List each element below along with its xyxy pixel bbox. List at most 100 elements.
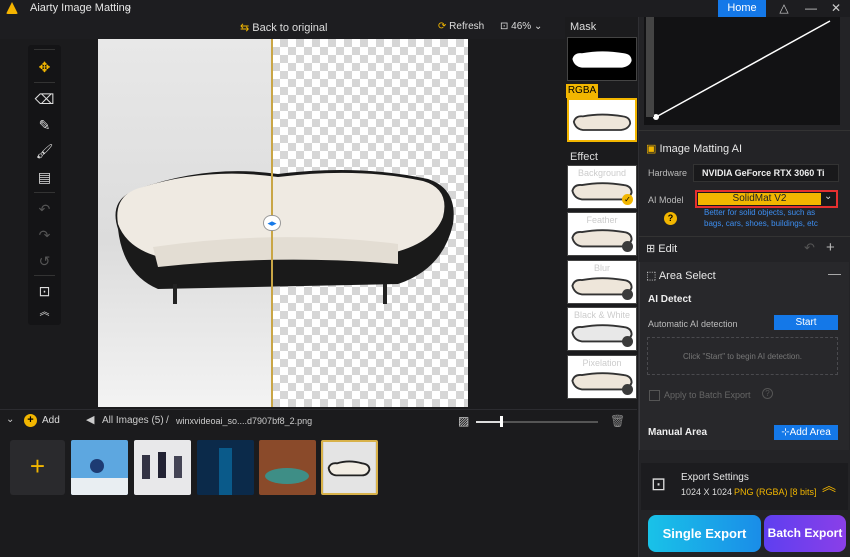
delete-icon[interactable]: 🗑 xyxy=(610,414,625,428)
slider-handle[interactable] xyxy=(500,416,503,427)
edit-header[interactable]: ⊞ Edit xyxy=(646,242,677,255)
refresh-icon: ⟳ xyxy=(438,21,450,32)
gallery-thumbnail[interactable] xyxy=(259,440,316,495)
help-icon[interactable]: ? xyxy=(664,212,677,225)
edit-icon: ⊞ xyxy=(646,243,659,255)
roller-icon[interactable]: ▤ xyxy=(28,166,61,188)
gallery-thumbnail[interactable] xyxy=(71,440,128,495)
effect-feather-label: Feather xyxy=(586,215,618,225)
effect-blur-label: Blur xyxy=(593,263,610,273)
batch-export-checkbox[interactable] xyxy=(649,390,660,401)
tone-curve[interactable] xyxy=(644,17,840,125)
add-icon[interactable]: + xyxy=(24,414,37,427)
back-to-original-button[interactable]: ⇆ Back to original xyxy=(240,21,328,34)
area-select-icon: ⬚ xyxy=(646,270,659,282)
image-matting-header: ▣ Image Matting AI xyxy=(646,142,742,155)
add-image-button[interactable]: + xyxy=(10,440,65,495)
move-tool-icon[interactable]: ✥ xyxy=(28,56,61,78)
gallery-thumbnail[interactable] xyxy=(134,440,191,495)
export-format: PNG (RGBA) [8 bits] xyxy=(734,487,817,497)
effect-blur[interactable]: Blur xyxy=(567,260,637,304)
tool-divider xyxy=(34,192,55,193)
refresh-label: Refresh xyxy=(449,21,485,32)
add-area-button[interactable]: ⊹Add Area xyxy=(774,425,838,440)
collapse-icon[interactable]: — xyxy=(828,266,841,281)
effect-black-white[interactable]: Black & White xyxy=(567,307,637,351)
edit-title: Edit xyxy=(658,243,678,255)
effect-background-label: Background xyxy=(577,168,627,178)
refresh-button[interactable]: ⟳ Refresh xyxy=(438,21,484,32)
slider-fill xyxy=(476,421,501,423)
mask-thumbnail[interactable] xyxy=(567,37,637,81)
collapse-tools-icon[interactable]: ︽ xyxy=(28,302,61,324)
back-to-original-label: Back to original xyxy=(252,22,328,34)
detect-result-box: Click "Start" to begin AI detection. xyxy=(647,337,838,375)
ai-model-chevron-icon[interactable]: ⌄ xyxy=(824,191,832,202)
matting-ai-icon: ▣ xyxy=(646,143,660,155)
add-area-icon: ⊹ xyxy=(781,427,790,438)
app-menu-chevron-icon[interactable]: ⌄ xyxy=(124,0,133,13)
effect-radio-icon xyxy=(622,384,633,395)
ai-model-description: Better for solid objects, such as bags, … xyxy=(704,208,818,228)
batch-help-icon[interactable]: ? xyxy=(762,388,773,399)
effect-pixelation-label: Pixelation xyxy=(582,358,622,368)
edit-add-icon[interactable]: + xyxy=(826,239,835,256)
gallery-thumbnail[interactable] xyxy=(197,440,254,495)
section-divider xyxy=(638,130,850,131)
add-label[interactable]: Add xyxy=(42,415,60,426)
gallery-thumbnail-selected[interactable] xyxy=(321,440,378,495)
tool-divider xyxy=(34,275,55,276)
batch-export-button[interactable]: Batch Export xyxy=(764,515,846,552)
compare-handle-icon[interactable]: ◂▸ xyxy=(263,215,281,231)
area-select-header[interactable]: ⬚ Area Select xyxy=(646,269,716,282)
effect-label: Effect xyxy=(570,151,598,163)
tool-divider xyxy=(34,49,55,50)
zoom-value: 46% xyxy=(511,21,532,32)
effect-pixelation[interactable]: Pixelation xyxy=(567,355,637,399)
start-detect-button[interactable]: Start xyxy=(774,315,838,330)
hardware-select[interactable]: NVIDIA GeForce RTX 3060 Ti xyxy=(693,164,839,182)
current-filename: winxvideoai_so....d7907bf8_2.png xyxy=(176,416,313,426)
up-triangle-icon[interactable]: △ xyxy=(770,0,798,17)
zoom-chevron-icon: ⌄ xyxy=(531,21,543,32)
eraser-icon[interactable]: ⌫ xyxy=(28,88,61,110)
effect-background[interactable]: Background ✓ xyxy=(567,165,637,209)
export-size: 1024 X 1024 xyxy=(681,487,733,497)
effect-radio-icon xyxy=(622,241,633,252)
single-export-button[interactable]: Single Export xyxy=(648,515,761,552)
effect-radio-icon xyxy=(622,289,633,300)
selected-check-icon: ✓ xyxy=(622,194,633,205)
rgba-thumbnail[interactable] xyxy=(567,98,637,142)
manual-area-title: Manual Area xyxy=(648,427,708,438)
reset-icon[interactable]: ↺ xyxy=(28,250,61,272)
expand-export-icon[interactable]: ︽ xyxy=(822,476,836,496)
add-area-label: Add Area xyxy=(789,427,831,438)
redo-icon[interactable]: ↷ xyxy=(28,224,61,246)
effect-radio-icon xyxy=(622,336,633,347)
ai-model-label: AI Model xyxy=(648,195,684,205)
effect-feather[interactable]: Feather xyxy=(567,212,637,256)
zoom-icon: ⊡ xyxy=(500,21,512,32)
section-divider xyxy=(638,236,850,237)
zoom-control[interactable]: ⊡ 46% ⌄ xyxy=(500,21,542,32)
effect-bw-label: Black & White xyxy=(573,310,631,320)
close-icon[interactable]: ✕ xyxy=(822,0,850,17)
minimize-icon[interactable]: — xyxy=(797,0,825,17)
home-button[interactable]: Home xyxy=(718,0,766,17)
collapse-gallery-icon[interactable]: ⌄ xyxy=(6,414,14,425)
matting-title: Image Matting AI xyxy=(659,143,742,155)
batch-export-label: Apply to Batch Export xyxy=(664,390,751,400)
brush-icon[interactable]: ✎ xyxy=(28,114,61,136)
area-select-title: Area Select xyxy=(658,270,716,282)
back-arrow-icon[interactable]: ◀ xyxy=(86,413,94,426)
paint-brush-icon[interactable]: 🖌 xyxy=(28,140,61,162)
sofa-image xyxy=(115,170,454,304)
undo-icon[interactable]: ↶ xyxy=(28,198,61,220)
all-images-link[interactable]: All Images (5) xyxy=(102,415,164,426)
fit-screen-icon[interactable]: ⊡ xyxy=(28,280,61,302)
tool-divider xyxy=(34,82,55,83)
ai-detect-title: AI Detect xyxy=(648,294,692,305)
edit-undo-icon[interactable]: ↶ xyxy=(804,240,815,256)
thumbnail-size-icon: ▨ xyxy=(458,414,470,428)
breadcrumb-separator: / xyxy=(166,415,169,426)
